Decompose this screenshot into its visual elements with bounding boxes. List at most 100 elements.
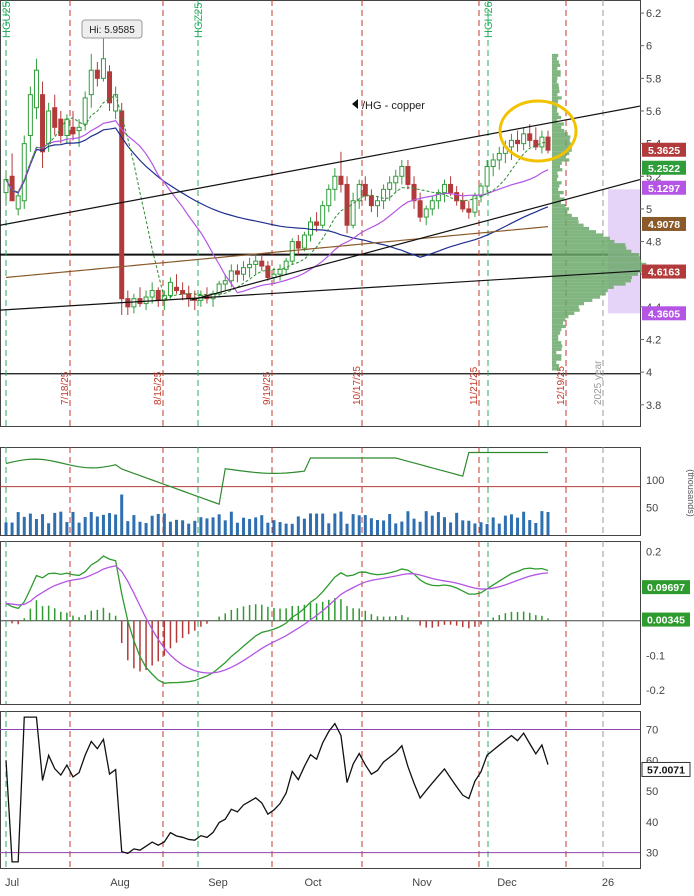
chart-root: 3.844.24.44.64.855.25.45.65.866.2JulAugS… (0, 0, 694, 891)
volume-profile-bar (552, 109, 558, 113)
volume-bar (461, 520, 465, 535)
volume-profile-bar (552, 93, 558, 97)
candle-body (368, 195, 374, 207)
price-axis-label: 4.2 (646, 334, 661, 346)
volume-profile-bar (552, 220, 579, 224)
volume-bar (534, 522, 538, 535)
volume-bar (156, 513, 160, 535)
price-tag-label: 5.1297 (648, 183, 680, 195)
volume-profile-bar (552, 76, 558, 80)
volume-profile-bar (552, 161, 562, 165)
price-axis-label: 4 (646, 367, 652, 379)
volume-bar (205, 518, 209, 535)
candle-body (374, 200, 380, 207)
volume-profile-bar (552, 275, 632, 280)
candle-body (417, 200, 423, 218)
price-axis-label: 5.8 (646, 73, 661, 85)
volume-profile-bar (552, 328, 562, 332)
price-tag-label: 4.9078 (648, 219, 680, 231)
volume-bar (430, 515, 434, 535)
volume-bar (497, 523, 501, 535)
candle-body (301, 234, 307, 249)
expiry-label: 8/15/25 (153, 371, 164, 405)
price-axis-label: 4.8 (646, 237, 661, 249)
volume-bar (442, 517, 446, 535)
volume-profile-bar (552, 301, 585, 306)
volume-profile-bar (552, 213, 572, 218)
volume-bar (242, 517, 246, 535)
high-label: Hi: 5.9585 (89, 25, 135, 36)
volume-profile-bar (552, 79, 557, 84)
volume-bar (4, 522, 8, 535)
volume-profile-bar (552, 357, 562, 361)
volume-profile-bar (552, 135, 571, 139)
candle-body (320, 205, 326, 226)
candle-body (180, 290, 186, 295)
candle-body (411, 183, 417, 202)
volume-profile-bar (552, 344, 563, 348)
volume-bar (223, 520, 227, 535)
volume-bar (351, 514, 355, 535)
volume-bar (485, 523, 489, 535)
volume-bar (132, 515, 136, 535)
volume-bar (144, 523, 148, 535)
candle-body (76, 126, 82, 132)
candle-body (143, 296, 149, 305)
candle-body (484, 165, 490, 187)
volume-bar (16, 512, 20, 535)
expiry-label: 12/19/25 (556, 366, 567, 405)
volume-bar (53, 512, 57, 535)
volume-profile-bar (552, 226, 590, 231)
volume-profile-bar (552, 233, 604, 237)
volume-profile-bar (552, 305, 579, 309)
candle-body (174, 286, 180, 292)
volume-profile-bar (552, 112, 559, 116)
candle-body (295, 241, 301, 249)
volume-profile-bar (552, 174, 559, 178)
rsi-panel-frame (0, 711, 641, 869)
rsi-axis-label: 30 (646, 848, 658, 860)
volume-bar (357, 515, 361, 535)
volume-profile-bar (552, 168, 563, 172)
volume-profile-bar (552, 142, 571, 146)
volume-bar (394, 523, 398, 535)
volume-bar (162, 513, 166, 535)
candle-body (362, 183, 368, 197)
candle-body (515, 139, 521, 145)
month-label: Aug (110, 877, 130, 889)
candle-body (149, 290, 155, 298)
expiry-label: 7/18/25 (60, 371, 71, 405)
volume-bar (479, 522, 483, 535)
price-tag-label: 4.6163 (648, 267, 680, 279)
volume-bar (34, 518, 38, 535)
volume-profile-bar (552, 177, 558, 182)
candle-body (441, 183, 447, 194)
volume-profile-bar (552, 66, 558, 71)
volume-axis-title: (thousands) (686, 469, 694, 517)
candle-body (429, 200, 435, 210)
volume-bar (175, 519, 179, 535)
volume-bar (71, 511, 75, 535)
volume-profile-bar (552, 125, 562, 129)
chart-title: /HG - copper (362, 100, 425, 112)
volume-profile-bar (552, 295, 601, 299)
rsi-axis-label: 70 (646, 724, 658, 736)
volume-profile-bar (552, 83, 559, 87)
volume-bar (114, 514, 118, 535)
volume-bar (400, 521, 404, 535)
candle-body (460, 200, 466, 210)
volume-bar (193, 520, 197, 535)
macd-value-label: 0.09697 (647, 582, 685, 594)
volume-bar (406, 511, 410, 535)
volume-bar (235, 522, 239, 535)
price-axis-label: 6.2 (646, 8, 661, 20)
volume-profile-bar (552, 354, 562, 358)
price-axis-label: 5.6 (646, 106, 661, 118)
macd-panel-frame (0, 541, 641, 705)
candle-body (314, 221, 320, 226)
volume-profile-bar (552, 164, 561, 169)
volume-profile-bar (552, 252, 639, 257)
volume-bar (540, 511, 544, 535)
volume-profile-bar (552, 279, 631, 283)
candle-body (332, 175, 338, 190)
